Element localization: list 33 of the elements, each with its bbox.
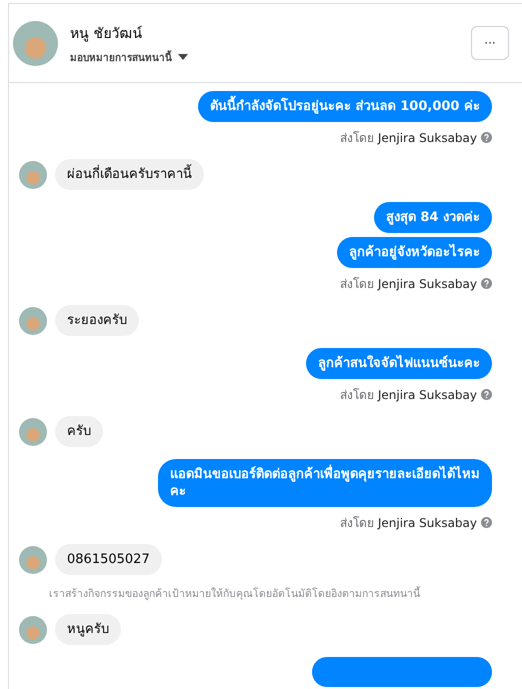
sent-by-label: ส่งโดย	[340, 387, 374, 404]
message-bubble: ผ่อนกี่เดือนครับราคานี้	[55, 159, 204, 190]
message-bubble: ตันนี้กำลังจัดโปรอยู่นะคะ ส่วนลด 100,000 ค่ะ	[198, 91, 492, 122]
help-icon[interactable]	[481, 132, 492, 143]
sent-by-label: ส่งโดย	[340, 276, 374, 293]
message-bubble: สูงสุด 84 งวดค่ะ	[374, 202, 492, 233]
avatar[interactable]	[13, 20, 58, 66]
assign-conversation-link[interactable]: มอบหมายการสนทนานี้	[70, 50, 172, 64]
avatar	[19, 306, 47, 334]
sender-name: Jenjira Suksabay	[378, 516, 477, 530]
help-icon[interactable]	[481, 278, 492, 289]
message-bubble: ลูกค้าสนใจจัดไฟแนนซ์นะคะ	[306, 348, 492, 379]
message-bubble: ระยองครับ	[55, 305, 139, 336]
sender-name: Jenjira Suksabay	[378, 276, 477, 290]
message-bubble: 0861505027	[55, 544, 162, 575]
message-bubble: หนูครับ	[55, 614, 121, 645]
avatar	[19, 418, 47, 446]
avatar	[19, 546, 47, 574]
caret-icon[interactable]	[178, 54, 188, 60]
message-bubble: ครับ	[55, 416, 103, 447]
help-icon[interactable]	[481, 517, 492, 528]
sender-name: Jenjira Suksabay	[378, 388, 477, 402]
message-bubble: ลูกค้าอยู่จังหวัดอะไรคะ	[337, 237, 492, 268]
more-button[interactable]: ···	[471, 26, 509, 60]
sent-by-label: ส่งโดย	[340, 130, 374, 147]
sent-by-label: ส่งโดย	[340, 515, 374, 532]
avatar	[19, 160, 47, 188]
message-bubble: แอดมินขอเบอร์ติดต่อลูกค้าเพื่อพูดคุยรายละเอียดได้ไหมคะ	[158, 459, 492, 507]
sender-name: Jenjira Suksabay	[378, 130, 477, 144]
help-icon[interactable]	[481, 389, 492, 400]
avatar	[19, 616, 47, 644]
system-notice: เราสร้างกิจกรรมของลูกค้าเป้าหมายให้กับคุณโดยอัตโนมัติโดยอิงตามการสนทนานี้	[49, 585, 422, 602]
contact-name: หนู ชัยวัฒน์	[70, 24, 144, 44]
